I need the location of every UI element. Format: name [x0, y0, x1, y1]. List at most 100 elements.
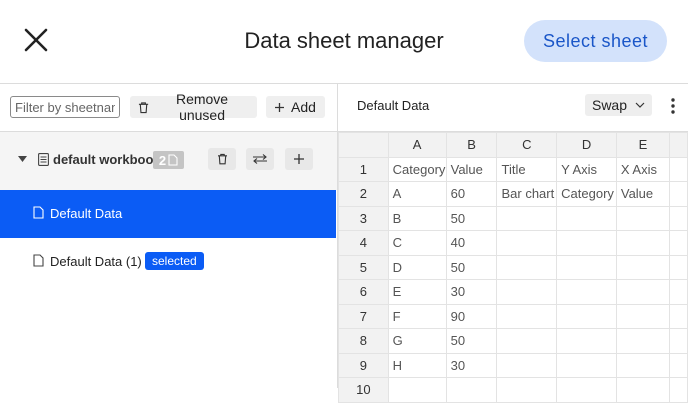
grid-cell-overflow: [668, 377, 688, 403]
select-sheet-button[interactable]: Select sheet: [524, 20, 667, 62]
grid-cell[interactable]: [615, 279, 670, 305]
grid-cell[interactable]: [496, 279, 558, 305]
grid-cell[interactable]: Bar chart: [496, 181, 558, 207]
row-header[interactable]: 7: [338, 303, 389, 329]
row-header[interactable]: 5: [338, 254, 389, 280]
row-header[interactable]: 1: [338, 156, 389, 182]
plus-icon: [294, 154, 304, 164]
table-row: 9 H 30: [338, 352, 688, 378]
grid-cell[interactable]: G: [387, 328, 447, 354]
grid-cell[interactable]: [445, 377, 498, 403]
column-header-row: A B C D E: [338, 132, 688, 158]
table-row: 5 D 50: [338, 254, 688, 280]
grid-cell[interactable]: F: [387, 303, 447, 329]
grid-cell[interactable]: [496, 230, 558, 256]
delete-workbook-button[interactable]: [208, 148, 236, 170]
grid-cell[interactable]: [496, 377, 558, 403]
swap-dropdown[interactable]: Swap: [585, 94, 652, 116]
grid-cell[interactable]: 40: [445, 230, 498, 256]
column-header-a[interactable]: A: [387, 132, 447, 158]
row-header[interactable]: 3: [338, 205, 389, 231]
row-header[interactable]: 4: [338, 230, 389, 256]
column-header-d[interactable]: D: [556, 132, 617, 158]
sheet-item-default-data[interactable]: Default Data: [0, 190, 336, 238]
grid-cell[interactable]: 50: [445, 328, 498, 354]
sheet-label: Default Data (1): [50, 254, 142, 269]
sheet-preview-toolbar: Default Data Swap: [338, 84, 688, 132]
grid-cell[interactable]: 30: [445, 279, 498, 305]
grid-cell[interactable]: Value: [615, 181, 670, 207]
filter-sheetname-input[interactable]: [10, 96, 120, 118]
grid-cell[interactable]: [615, 352, 670, 378]
grid-cell[interactable]: Value: [445, 156, 498, 182]
grid-cell[interactable]: [556, 377, 617, 403]
column-header-overflow: [668, 132, 688, 158]
grid-cell[interactable]: [496, 205, 558, 231]
row-header[interactable]: 6: [338, 279, 389, 305]
grid-cell[interactable]: 30: [445, 352, 498, 378]
grid-cell[interactable]: [556, 352, 617, 378]
add-to-workbook-button[interactable]: [285, 148, 313, 170]
grid-cell[interactable]: Title: [496, 156, 558, 182]
grid-cell[interactable]: [615, 230, 670, 256]
grid-cell[interactable]: [615, 254, 670, 280]
workbook-row[interactable]: default workbook 2: [0, 132, 337, 190]
grid-cell[interactable]: [615, 205, 670, 231]
grid-cell[interactable]: [496, 328, 558, 354]
grid-cell[interactable]: [496, 254, 558, 280]
grid-cell[interactable]: [387, 377, 447, 403]
sheet-icon: [33, 254, 44, 267]
table-row: 1 Category Value Title Y Axis X Axis: [338, 156, 688, 182]
grid-cell[interactable]: [615, 377, 670, 403]
grid-cell[interactable]: X Axis: [615, 156, 670, 182]
spreadsheet-grid: A B C D E 1 Category Value Title Y Axis X Axi…: [338, 132, 688, 403]
swap-workbook-button[interactable]: [246, 148, 274, 170]
grid-cell-overflow: [668, 352, 688, 378]
grid-cell[interactable]: D: [387, 254, 447, 280]
grid-cell[interactable]: [556, 279, 617, 305]
row-header[interactable]: 8: [338, 328, 389, 354]
more-vertical-icon[interactable]: [668, 96, 678, 116]
grid-cell[interactable]: H: [387, 352, 447, 378]
grid-cell[interactable]: B: [387, 205, 447, 231]
grid-cell[interactable]: 50: [445, 254, 498, 280]
row-header[interactable]: 9: [338, 352, 389, 378]
grid-cell[interactable]: [556, 328, 617, 354]
grid-cell[interactable]: A: [387, 181, 447, 207]
table-row: 8 G 50: [338, 328, 688, 354]
row-header[interactable]: 2: [338, 181, 389, 207]
trash-icon: [217, 153, 227, 165]
swap-label: Swap: [591, 97, 628, 113]
sheet-item-default-data-1[interactable]: Default Data (1) selected: [0, 238, 336, 286]
grid-cell[interactable]: Y Axis: [556, 156, 617, 182]
sheet-preview-panel: Default Data Swap A B C D E 1 Category V…: [338, 84, 688, 403]
grid-cell[interactable]: [556, 303, 617, 329]
table-row: 10: [338, 377, 688, 403]
grid-cell[interactable]: [556, 254, 617, 280]
grid-cell[interactable]: [556, 230, 617, 256]
grid-cell[interactable]: E: [387, 279, 447, 305]
add-sheet-button[interactable]: Add: [266, 96, 325, 118]
grid-cell[interactable]: [615, 303, 670, 329]
plus-icon: [275, 102, 284, 112]
grid-cell[interactable]: 60: [445, 181, 498, 207]
column-header-b[interactable]: B: [445, 132, 498, 158]
corner-cell: [338, 132, 389, 158]
column-header-c[interactable]: C: [496, 132, 558, 158]
column-header-e[interactable]: E: [615, 132, 670, 158]
grid-cell[interactable]: Category: [556, 181, 617, 207]
row-header[interactable]: 10: [338, 377, 389, 403]
grid-cell-overflow: [668, 303, 688, 329]
grid-cell[interactable]: [556, 205, 617, 231]
grid-cell[interactable]: 50: [445, 205, 498, 231]
grid-cell[interactable]: [496, 352, 558, 378]
grid-cell[interactable]: 90: [445, 303, 498, 329]
table-row: 7 F 90: [338, 303, 688, 329]
grid-cell[interactable]: Category: [387, 156, 447, 182]
grid-cell[interactable]: [496, 303, 558, 329]
remove-unused-button[interactable]: Remove unused: [130, 91, 257, 123]
add-label: Add: [291, 99, 316, 115]
caret-down-icon[interactable]: [18, 156, 27, 163]
grid-cell[interactable]: C: [387, 230, 447, 256]
grid-cell[interactable]: [615, 328, 670, 354]
